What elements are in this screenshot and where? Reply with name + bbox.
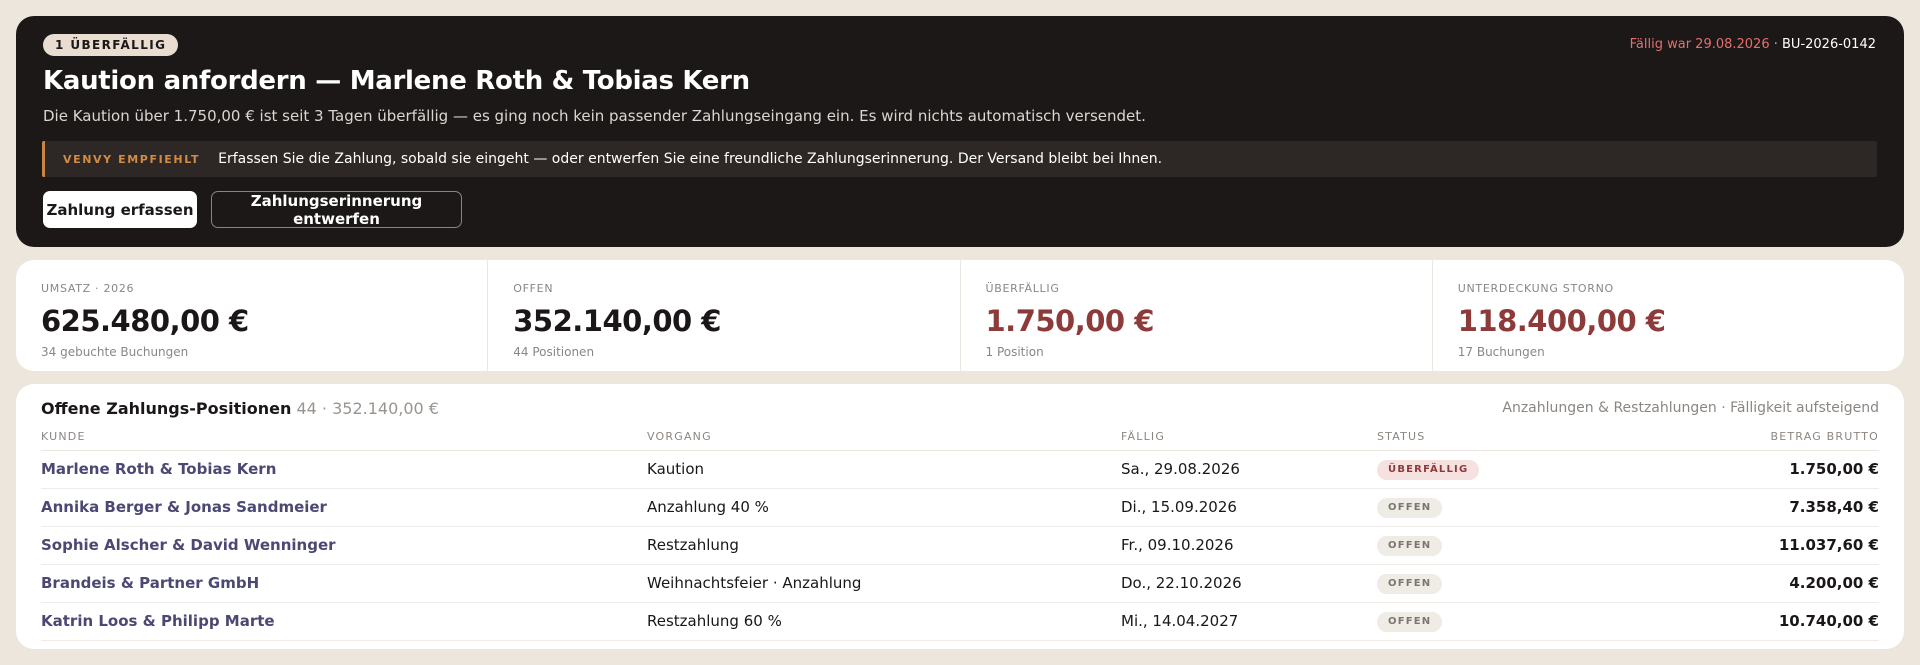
status-cell: ÜBERFÄLLIG — [1377, 450, 1597, 489]
alert-description: Die Kaution über 1.750,00 € ist seit 3 T… — [43, 107, 1146, 125]
column-header-customer[interactable]: KUNDE — [41, 424, 647, 451]
status-cell: OFFEN — [1377, 564, 1597, 603]
column-header-amount[interactable]: BETRAG BRUTTO — [1597, 424, 1879, 451]
status-badge: OFFEN — [1377, 574, 1443, 594]
booking-id: BU-2026-0142 — [1782, 37, 1876, 52]
kpi-overdue: ÜBERFÄLLIG 1.750,00 € 1 Position — [961, 260, 1433, 371]
table-row[interactable]: Brandeis & Partner GmbH Weihnachtsfeier … — [41, 564, 1879, 603]
status-badge: OFFEN — [1377, 612, 1443, 632]
kpi-open: OFFEN 352.140,00 € 44 Positionen — [488, 260, 961, 371]
table-row[interactable]: Katrin Loos & Philipp Marte Restzahlung … — [41, 602, 1879, 641]
status-badge: OFFEN — [1377, 536, 1443, 556]
open-payments-card: Offene Zahlungs-Positionen 44 · 352.140,… — [16, 384, 1904, 649]
due-date-cell: Fr., 09.10.2026 — [1121, 526, 1377, 565]
open-payments-table: KUNDE VORGANG FÄLLIG STATUS BETRAG BRUTT… — [41, 424, 1879, 641]
column-header-due[interactable]: FÄLLIG — [1121, 424, 1377, 451]
kpi-cancellation-shortfall: UNTERDECKUNG STORNO 118.400,00 € 17 Buch… — [1433, 260, 1904, 371]
table-sort-info: Anzahlungen & Restzahlungen · Fälligkeit… — [1502, 400, 1879, 416]
table-header-row: KUNDE VORGANG FÄLLIG STATUS BETRAG BRUTT… — [41, 424, 1879, 451]
overdue-count-badge: 1 ÜBERFÄLLIG — [43, 34, 179, 56]
kpi-value: 1.750,00 € — [985, 304, 1155, 338]
due-date-cell: Sa., 29.08.2026 — [1121, 450, 1377, 489]
draft-reminder-button[interactable]: Zahlungserinnerung entwerfen — [211, 191, 462, 228]
alert-meta: Fällig war 29.08.2026 · BU-2026-0142 — [1630, 37, 1876, 52]
table-header-bar: Offene Zahlungs-Positionen 44 · 352.140,… — [41, 399, 1879, 421]
kpi-label: UNTERDECKUNG STORNO — [1457, 282, 1614, 295]
table-row[interactable]: Sophie Alscher & David Wenninger Restzah… — [41, 526, 1879, 565]
due-date-cell: Mi., 14.04.2027 — [1121, 602, 1377, 641]
amount-cell: 11.037,60 € — [1597, 526, 1879, 565]
transaction-cell: Anzahlung 40 % — [647, 488, 1121, 527]
kpi-value: 625.480,00 € — [41, 304, 249, 338]
status-badge: OFFEN — [1377, 498, 1443, 518]
kpi-value: 352.140,00 € — [513, 304, 721, 338]
amount-cell: 1.750,00 € — [1597, 450, 1879, 489]
amount-cell: 7.358,40 € — [1597, 488, 1879, 527]
table-title: Offene Zahlungs-Positionen 44 · 352.140,… — [41, 399, 439, 418]
status-cell: OFFEN — [1377, 602, 1597, 641]
table-title-text: Offene Zahlungs-Positionen — [41, 399, 292, 418]
column-header-transaction[interactable]: VORGANG — [647, 424, 1121, 451]
kpi-note: 1 Position — [985, 345, 1044, 359]
transaction-cell: Kaution — [647, 450, 1121, 489]
status-cell: OFFEN — [1377, 526, 1597, 565]
customer-link[interactable]: Katrin Loos & Philipp Marte — [41, 602, 647, 641]
recommendation-label: VENVY EMPFIEHLT — [63, 152, 201, 166]
due-date-cell: Do., 22.10.2026 — [1121, 564, 1377, 603]
column-header-status[interactable]: STATUS — [1377, 424, 1597, 451]
kpi-note: 34 gebuchte Buchungen — [41, 345, 189, 359]
transaction-cell: Weihnachtsfeier · Anzahlung — [647, 564, 1121, 603]
customer-link[interactable]: Brandeis & Partner GmbH — [41, 564, 647, 603]
kpi-note: 44 Positionen — [513, 345, 595, 359]
amount-cell: 4.200,00 € — [1597, 564, 1879, 603]
kpi-label: ÜBERFÄLLIG — [985, 282, 1060, 295]
table-count: 44 · 352.140,00 € — [291, 399, 439, 418]
overdue-alert-card: 1 ÜBERFÄLLIG Fällig war 29.08.2026 · BU-… — [16, 16, 1904, 247]
amount-cell: 10.740,00 € — [1597, 602, 1879, 641]
due-date-text: Fällig war 29.08.2026 — [1629, 37, 1770, 52]
customer-link[interactable]: Sophie Alscher & David Wenninger — [41, 526, 647, 565]
status-badge: ÜBERFÄLLIG — [1377, 460, 1480, 480]
recommendation-box: VENVY EMPFIEHLT Erfassen Sie die Zahlung… — [42, 141, 1877, 177]
meta-separator: · — [1769, 37, 1783, 52]
status-cell: OFFEN — [1377, 488, 1597, 527]
kpi-value: 118.400,00 € — [1457, 304, 1666, 338]
kpi-note: 17 Buchungen — [1457, 345, 1545, 359]
kpi-strip: UMSATZ · 2026 625.480,00 € 34 gebuchte B… — [16, 260, 1904, 371]
due-date-cell: Di., 15.09.2026 — [1121, 488, 1377, 527]
transaction-cell: Restzahlung 60 % — [647, 602, 1121, 641]
recommendation-text: Erfassen Sie die Zahlung, sobald sie ein… — [218, 151, 1163, 167]
transaction-cell: Restzahlung — [647, 526, 1121, 565]
alert-title: Kaution anfordern — Marlene Roth & Tobia… — [43, 66, 750, 96]
customer-link[interactable]: Marlene Roth & Tobias Kern — [41, 450, 647, 489]
kpi-label: OFFEN — [513, 282, 554, 295]
kpi-label: UMSATZ · 2026 — [41, 282, 135, 295]
table-row[interactable]: Marlene Roth & Tobias Kern Kaution Sa., … — [41, 450, 1879, 489]
table-row[interactable]: Annika Berger & Jonas Sandmeier Anzahlun… — [41, 488, 1879, 527]
kpi-revenue: UMSATZ · 2026 625.480,00 € 34 gebuchte B… — [16, 260, 489, 371]
customer-link[interactable]: Annika Berger & Jonas Sandmeier — [41, 488, 647, 527]
record-payment-button[interactable]: Zahlung erfassen — [43, 191, 197, 228]
